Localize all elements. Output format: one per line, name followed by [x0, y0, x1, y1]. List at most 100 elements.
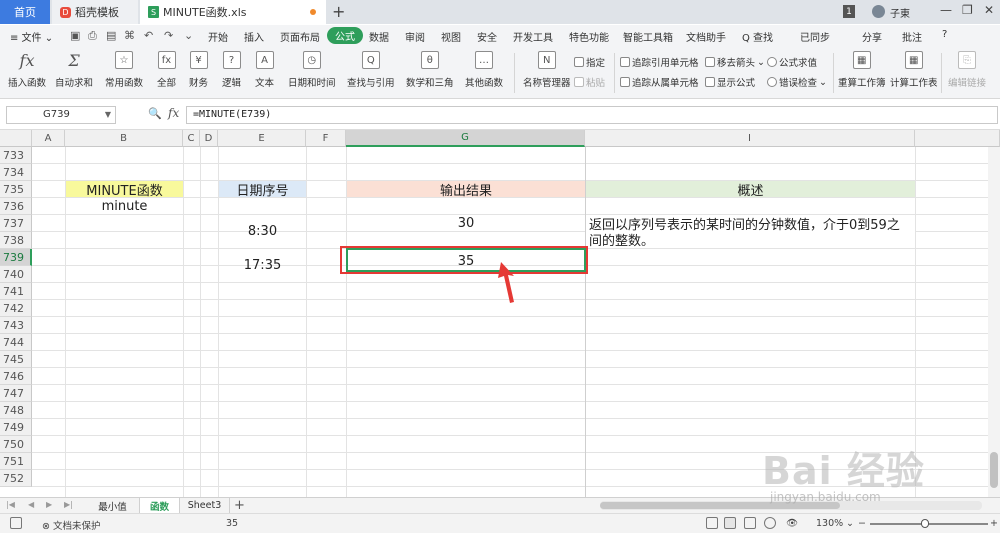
row-header[interactable]: 736 [0, 198, 32, 215]
tab-file[interactable]: S MINUTE函数.xls [140, 0, 326, 24]
text-button[interactable]: A 文本 [255, 51, 274, 89]
other-functions-button[interactable]: … 其他函数 [465, 51, 503, 89]
user-name[interactable]: 子東 [890, 5, 910, 20]
column-header-i[interactable]: I [585, 130, 915, 147]
zoom-out-icon[interactable]: − [858, 518, 866, 529]
menu-formula[interactable]: 公式 [327, 27, 363, 44]
remove-arrows-button[interactable]: 移去箭头 ⌄ [705, 55, 765, 69]
cell-g737[interactable]: 30 [347, 215, 585, 231]
help-button[interactable]: ? [942, 29, 947, 40]
menu-view[interactable]: 视图 [441, 29, 461, 44]
column-header-f[interactable]: F [306, 130, 346, 147]
first-sheet-icon[interactable]: |◀ [6, 500, 15, 509]
row-header[interactable]: 748 [0, 402, 32, 419]
recalc-workbook-button[interactable]: ▦ 重算工作簿 [838, 51, 886, 89]
row-header[interactable]: 747 [0, 385, 32, 402]
cell-b735[interactable]: MINUTE函数 [66, 181, 183, 199]
print-icon[interactable]: ⎙ [88, 29, 97, 43]
autosum-button[interactable]: Σ 自动求和 [55, 51, 93, 90]
menu-home[interactable]: 开始 [208, 29, 228, 44]
trace-dependents-button[interactable]: 追踪从属单元格 [620, 75, 699, 89]
row-header[interactable]: 752 [0, 470, 32, 487]
scrollbar-thumb[interactable] [990, 452, 998, 488]
column-header-e[interactable]: E [218, 130, 306, 147]
all-functions-button[interactable]: fx 全部 [157, 51, 176, 89]
cell-i737[interactable]: 返回以序列号表示的某时间的分钟数值，介于0到59之间的整数。 [586, 216, 915, 250]
undo-icon[interactable]: ↶ [144, 29, 153, 42]
menu-developer[interactable]: 开发工具 [513, 29, 553, 44]
trace-precedents-button[interactable]: 追踪引用单元格 [620, 55, 699, 69]
math-trig-button[interactable]: θ 数学和三角 [406, 51, 454, 89]
column-header-a[interactable]: A [32, 130, 65, 147]
evaluate-formula-button[interactable]: 公式求值 [767, 55, 817, 69]
show-formulas-button[interactable]: 显示公式 [705, 75, 755, 89]
redo-icon[interactable]: ↷ [164, 29, 173, 42]
restore-button[interactable]: ❐ [962, 3, 973, 17]
vertical-scrollbar[interactable] [988, 147, 1000, 497]
column-header-c[interactable]: C [183, 130, 200, 147]
specify-button[interactable]: 指定 [574, 55, 605, 69]
calc-sheet-button[interactable]: ▦ 计算工作表 [890, 51, 938, 89]
row-header[interactable]: 750 [0, 436, 32, 453]
cell-b736[interactable]: minute [66, 198, 183, 214]
date-time-button[interactable]: ◷ 日期和时间 [288, 51, 336, 89]
sheet-tab-min[interactable]: 最小值 [86, 498, 140, 513]
format-painter-icon[interactable]: ⌘ [124, 29, 135, 42]
row-header[interactable]: 751 [0, 453, 32, 470]
sync-button[interactable]: 已同步 [800, 29, 830, 44]
menu-page-layout[interactable]: 页面布局 [280, 29, 320, 44]
zoom-level[interactable]: 130% [816, 518, 843, 529]
row-header[interactable]: 735 [0, 181, 32, 198]
cell-g735[interactable]: 输出结果 [347, 181, 585, 199]
row-header[interactable]: 742 [0, 300, 32, 317]
row-header-active[interactable]: 739 [0, 249, 32, 266]
search-button[interactable]: Q 查找 [742, 29, 773, 44]
tab-home[interactable]: 首页 [0, 0, 50, 24]
sheet-tab-sheet3[interactable]: Sheet3 [180, 498, 230, 513]
new-tab-button[interactable]: + [332, 2, 345, 21]
reading-mode-icon[interactable] [764, 517, 776, 529]
print-preview-icon[interactable]: ▤ [106, 29, 116, 42]
cell-e739[interactable]: 17:35 [219, 249, 306, 282]
insert-function-button[interactable]: fx 插入函数 [8, 51, 46, 90]
horizontal-scrollbar[interactable] [600, 501, 982, 510]
share-button[interactable]: 分享 [862, 29, 882, 44]
row-header[interactable]: 738 [0, 232, 32, 249]
column-header-blank[interactable] [915, 130, 1000, 147]
menu-data[interactable]: 数据 [369, 29, 389, 44]
financial-button[interactable]: ¥ 财务 [189, 51, 208, 89]
cell-e735[interactable]: 日期序号 [219, 181, 306, 199]
scrollbar-thumb[interactable] [600, 502, 840, 509]
select-all-corner[interactable] [0, 130, 32, 147]
row-header[interactable]: 733 [0, 147, 32, 164]
save-icon[interactable]: ▣ [70, 29, 80, 42]
fullscreen-icon[interactable] [706, 517, 718, 529]
row-header[interactable]: 737 [0, 215, 32, 232]
sheet-tab-function[interactable]: 函数 [140, 498, 180, 513]
zoom-slider[interactable] [870, 523, 988, 525]
column-header-g[interactable]: G [346, 130, 585, 147]
row-header[interactable]: 740 [0, 266, 32, 283]
row-header[interactable]: 749 [0, 419, 32, 436]
add-sheet-button[interactable]: + [234, 498, 245, 513]
error-check-button[interactable]: 错误检查 ⌄ [767, 75, 827, 89]
tab-count-badge[interactable]: 1 [843, 5, 855, 18]
normal-view-icon[interactable] [724, 517, 736, 529]
common-functions-button[interactable]: ☆ 常用函数 [105, 51, 143, 89]
row-header[interactable]: 734 [0, 164, 32, 181]
paste-name-button[interactable]: 粘贴 [574, 75, 605, 89]
file-menu[interactable]: ≡ 文件 ⌄ [10, 29, 53, 44]
eye-protect-icon[interactable]: 👁 [786, 518, 798, 529]
next-sheet-icon[interactable]: ▶ [46, 500, 52, 509]
row-header[interactable]: 745 [0, 351, 32, 368]
close-button[interactable]: ✕ [984, 3, 994, 17]
name-box[interactable]: G739 ▼ [6, 106, 116, 124]
row-header[interactable]: 743 [0, 317, 32, 334]
menu-special[interactable]: 特色功能 [569, 29, 609, 44]
cell-i735[interactable]: 概述 [586, 181, 915, 199]
avatar[interactable] [872, 5, 885, 18]
zoom-in-icon[interactable]: + [990, 518, 998, 529]
fx-icon[interactable]: fx [168, 106, 179, 120]
name-manager-button[interactable]: N 名称管理器 [523, 51, 571, 89]
quick-access-dropdown-icon[interactable]: ⌄ [184, 29, 193, 42]
